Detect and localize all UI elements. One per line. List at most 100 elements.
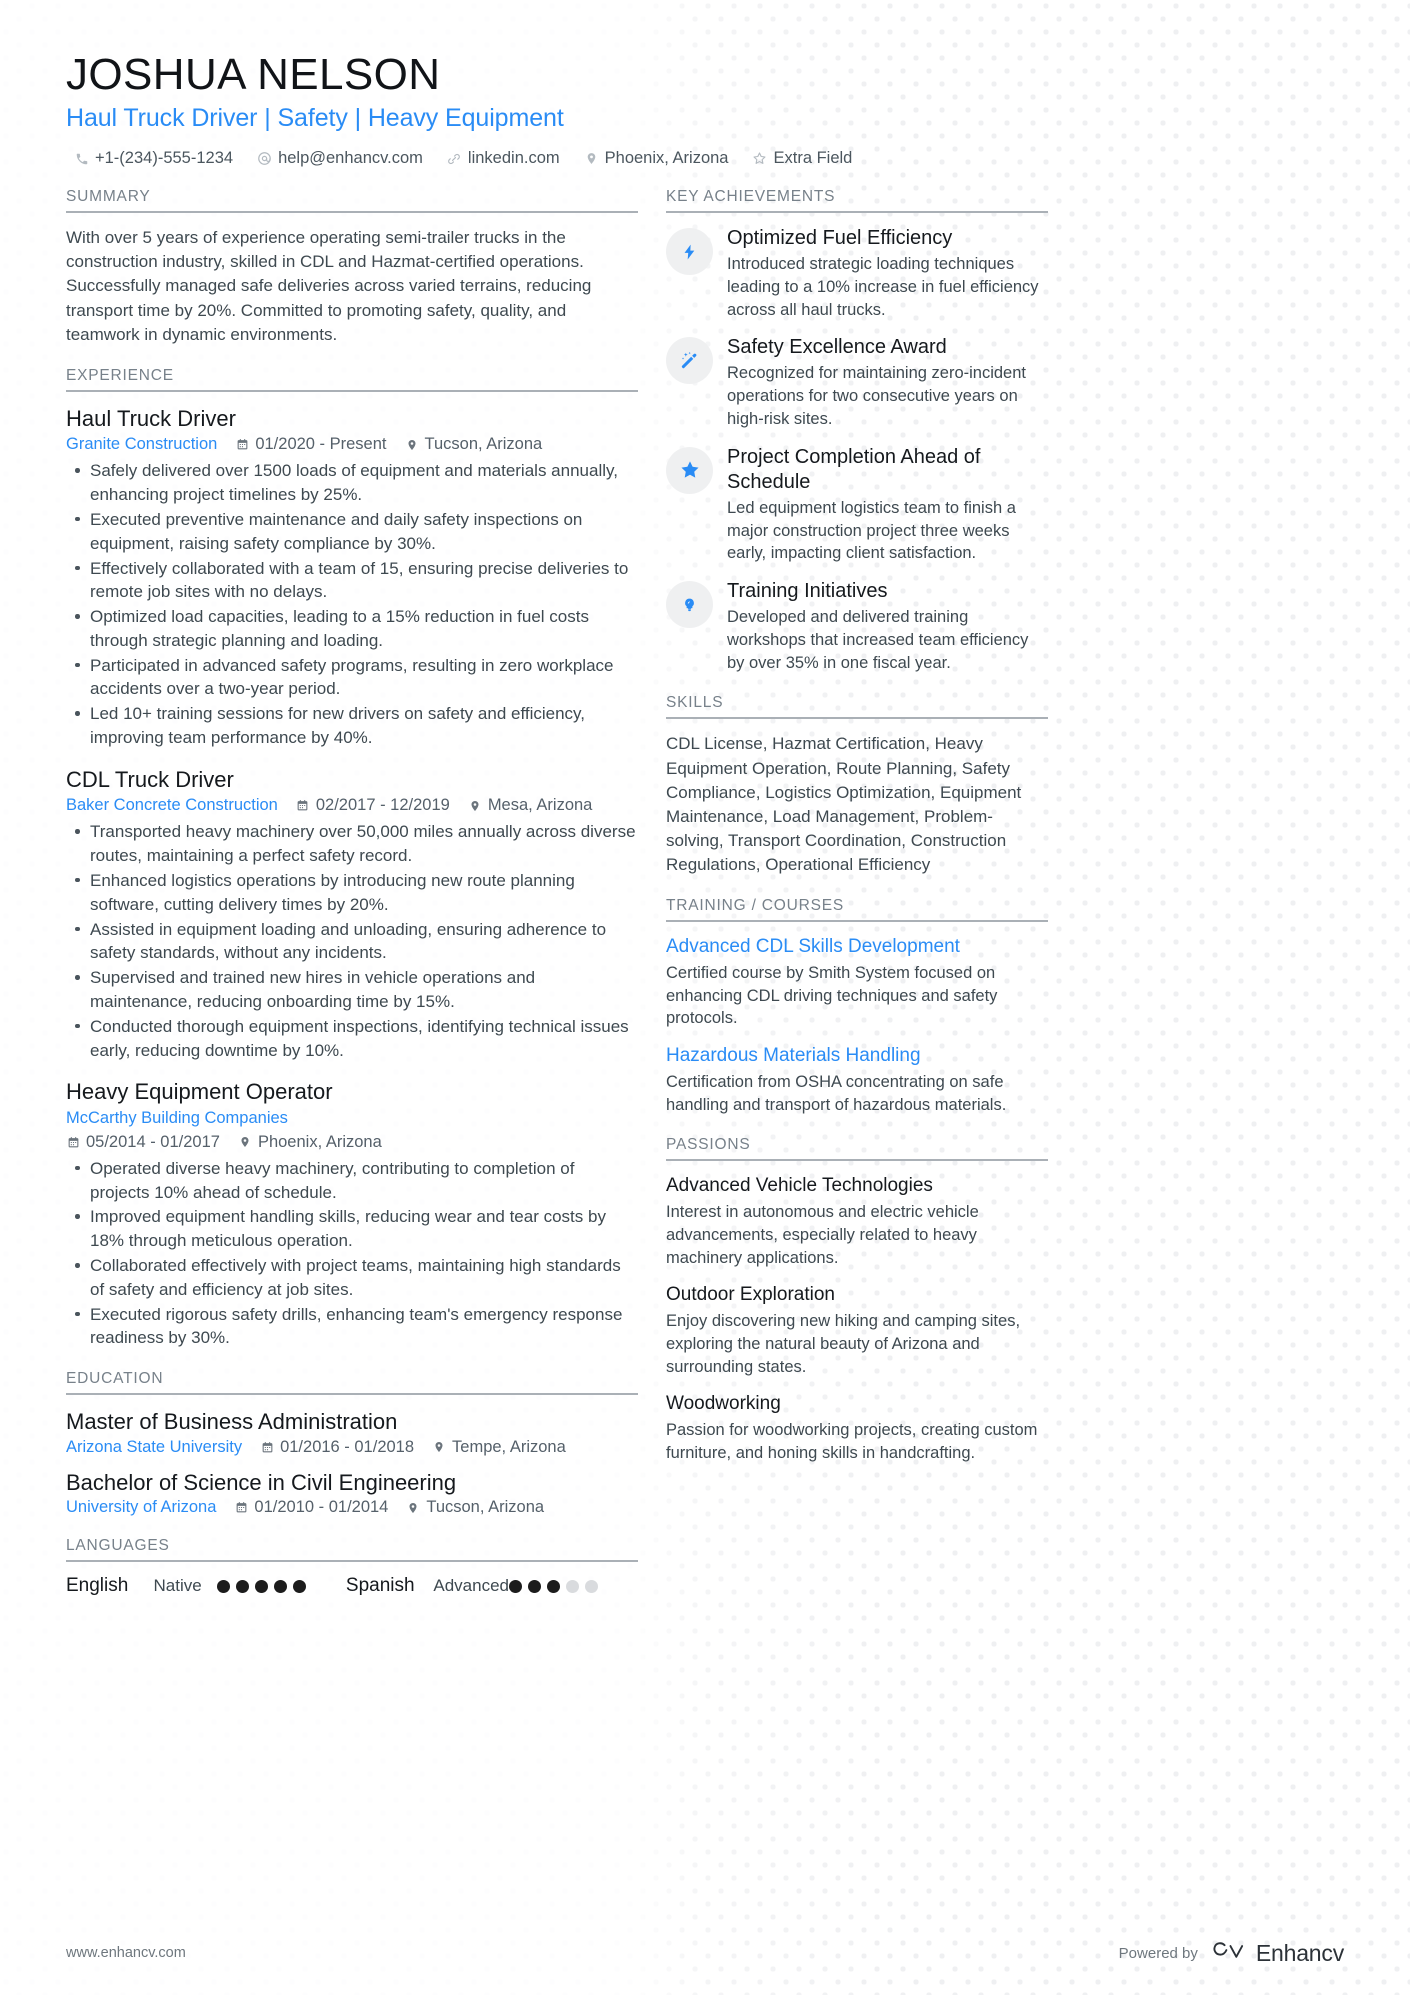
contact-email[interactable]: help@enhancv.com bbox=[257, 149, 423, 168]
education-degree: Master of Business Administration bbox=[66, 1409, 398, 1435]
experience-bullets: Transported heavy machinery over 50,000 … bbox=[66, 820, 638, 1062]
education-dates: 01/2016 - 01/2018 bbox=[260, 1438, 414, 1457]
right-column: KEY ACHIEVEMENTS Optimized Fuel Efficien… bbox=[666, 188, 1048, 1484]
achievement-desc: Recognized for maintaining zero-incident… bbox=[727, 364, 1026, 429]
resume-content: JOSHUA NELSON Haul Truck Driver | Safety… bbox=[0, 0, 1410, 1617]
passion-item: Outdoor Exploration Enjoy discovering ne… bbox=[666, 1283, 1048, 1378]
passion-item: Woodworking Passion for woodworking proj… bbox=[666, 1392, 1048, 1464]
footer-brand-area: Powered by Enhancv bbox=[1119, 1939, 1345, 1968]
bullet-item: Effectively collaborated with a team of … bbox=[66, 557, 638, 605]
education-school[interactable]: University of Arizona bbox=[66, 1498, 216, 1517]
section-title-experience: EXPERIENCE bbox=[66, 367, 638, 392]
achievement-body: Training Initiatives Developed and deliv… bbox=[727, 579, 1048, 674]
section-summary: SUMMARY With over 5 years of experience … bbox=[66, 188, 638, 347]
achievement-body: Safety Excellence Award Recognized for m… bbox=[727, 335, 1048, 430]
experience-dates-text: 01/2020 - Present bbox=[255, 435, 387, 454]
experience-dates-text: 05/2014 - 01/2017 bbox=[86, 1132, 220, 1151]
footer-url[interactable]: www.enhancv.com bbox=[66, 1945, 186, 1961]
contact-link[interactable]: linkedin.com bbox=[447, 149, 560, 168]
experience-entry: Haul Truck Driver Granite Construction 0… bbox=[66, 405, 638, 750]
education-school[interactable]: Arizona State University bbox=[66, 1438, 242, 1457]
passion-desc: Interest in autonomous and electric vehi… bbox=[666, 1203, 979, 1267]
education-degree: Bachelor of Science in Civil Engineering bbox=[66, 1469, 457, 1495]
headline: Haul Truck Driver | Safety | Heavy Equip… bbox=[66, 104, 564, 133]
education-location-text: Tucson, Arizona bbox=[426, 1498, 545, 1517]
summary-text: With over 5 years of experience operatin… bbox=[66, 228, 592, 344]
education-location: Tempe, Arizona bbox=[432, 1438, 566, 1457]
calendar-icon bbox=[66, 1135, 80, 1149]
training-item: Hazardous Materials Handling Certificati… bbox=[666, 1044, 1048, 1116]
experience-bullets: Operated diverse heavy machinery, contri… bbox=[66, 1157, 638, 1350]
passion-desc: Passion for woodworking projects, creati… bbox=[666, 1420, 1038, 1462]
experience-role: Heavy Equipment Operator bbox=[66, 1079, 333, 1105]
experience-location: Phoenix, Arizona bbox=[238, 1133, 382, 1152]
contact-phone[interactable]: +1-(234)-555-1234 bbox=[74, 149, 233, 168]
section-training: TRAINING / COURSES Advanced CDL Skills D… bbox=[666, 897, 1048, 1116]
contact-extra: Extra Field bbox=[752, 149, 852, 168]
language-level: Native bbox=[153, 1576, 202, 1596]
rating-dot bbox=[528, 1579, 542, 1593]
passion-title: Outdoor Exploration bbox=[666, 1284, 835, 1306]
experience-location-text: Phoenix, Arizona bbox=[257, 1132, 382, 1151]
achievement-title: Project Completion Ahead of Schedule bbox=[727, 445, 981, 493]
left-column: SUMMARY With over 5 years of experience … bbox=[66, 188, 638, 1617]
section-title-training: TRAINING / COURSES bbox=[666, 897, 1048, 923]
bullet-item: Executed rigorous safety drills, enhanci… bbox=[66, 1303, 638, 1351]
achievement-item: Training Initiatives Developed and deliv… bbox=[666, 579, 1048, 674]
lightning-bolt-icon bbox=[666, 228, 713, 276]
bullet-item: Enhanced logistics operations by introdu… bbox=[66, 869, 638, 917]
experience-org[interactable]: Granite Construction bbox=[66, 435, 217, 454]
rating-dot bbox=[292, 1579, 306, 1593]
lightbulb-icon bbox=[666, 581, 713, 629]
bullet-item: Executed preventive maintenance and dail… bbox=[66, 508, 638, 556]
resume-page: JOSHUA NELSON Haul Truck Driver | Safety… bbox=[0, 0, 1410, 1995]
experience-meta: Baker Concrete Construction 02/2017 - 12… bbox=[66, 796, 638, 815]
experience-org[interactable]: Baker Concrete Construction bbox=[66, 796, 278, 815]
section-title-summary: SUMMARY bbox=[66, 188, 638, 214]
bullet-item: Transported heavy machinery over 50,000 … bbox=[66, 820, 638, 868]
achievement-item: Optimized Fuel Efficiency Introduced str… bbox=[666, 226, 1048, 321]
section-title-languages: LANGUAGES bbox=[66, 1537, 638, 1563]
experience-meta: Granite Construction 01/2020 - Present T… bbox=[66, 435, 638, 454]
calendar-icon bbox=[235, 438, 249, 452]
section-title-key-achievements: KEY ACHIEVEMENTS bbox=[666, 188, 1048, 214]
passion-title: Advanced Vehicle Technologies bbox=[666, 1175, 933, 1197]
achievement-title: Safety Excellence Award bbox=[727, 336, 947, 359]
experience-location: Tucson, Arizona bbox=[405, 435, 542, 454]
rating-dot bbox=[235, 1579, 249, 1593]
location-pin-icon bbox=[405, 438, 419, 452]
contact-location: Phoenix, Arizona bbox=[584, 149, 729, 168]
achievement-desc: Led equipment logistics team to finish a… bbox=[727, 498, 1016, 563]
experience-dates: 02/2017 - 12/2019 bbox=[296, 796, 450, 815]
section-title-passions: PASSIONS bbox=[666, 1136, 1048, 1162]
enhancv-logo-icon bbox=[1212, 1939, 1248, 1968]
location-pin-icon bbox=[584, 151, 599, 166]
bullet-item: Supervised and trained new hires in vehi… bbox=[66, 966, 638, 1014]
magic-wand-icon bbox=[666, 337, 713, 385]
contact-location-text: Phoenix, Arizona bbox=[604, 149, 729, 168]
achievement-title: Training Initiatives bbox=[727, 580, 888, 603]
bullet-item: Led 10+ training sessions for new driver… bbox=[66, 702, 638, 750]
training-title[interactable]: Advanced CDL Skills Development bbox=[666, 935, 1048, 960]
bullet-item: Optimized load capacities, leading to a … bbox=[66, 605, 638, 653]
rating-dot bbox=[509, 1579, 523, 1593]
experience-entry: CDL Truck Driver Baker Concrete Construc… bbox=[66, 766, 638, 1062]
training-title[interactable]: Hazardous Materials Handling bbox=[666, 1044, 1048, 1069]
experience-meta: 05/2014 - 01/2017 Phoenix, Arizona bbox=[66, 1133, 638, 1152]
rating-dot bbox=[254, 1579, 268, 1593]
experience-location-text: Mesa, Arizona bbox=[487, 796, 593, 815]
rating-dot-empty bbox=[566, 1579, 580, 1593]
section-skills: SKILLS CDL License, Hazmat Certification… bbox=[666, 694, 1048, 877]
experience-dates: 05/2014 - 01/2017 bbox=[66, 1133, 220, 1152]
star-outline-icon bbox=[752, 151, 767, 166]
calendar-icon bbox=[234, 1501, 248, 1515]
bullet-item: Conducted thorough equipment inspections… bbox=[66, 1015, 638, 1063]
contact-row: +1-(234)-555-1234 help@enhancv.com linke… bbox=[66, 149, 1344, 168]
link-icon bbox=[447, 151, 462, 166]
achievement-desc: Introduced strategic loading techniques … bbox=[727, 255, 1039, 319]
passion-item: Advanced Vehicle Technologies Interest i… bbox=[666, 1174, 1048, 1269]
bullet-item: Operated diverse heavy machinery, contri… bbox=[66, 1157, 638, 1205]
experience-location: Mesa, Arizona bbox=[468, 796, 593, 815]
bullet-item: Collaborated effectively with project te… bbox=[66, 1254, 638, 1302]
experience-org[interactable]: McCarthy Building Companies bbox=[66, 1109, 288, 1128]
